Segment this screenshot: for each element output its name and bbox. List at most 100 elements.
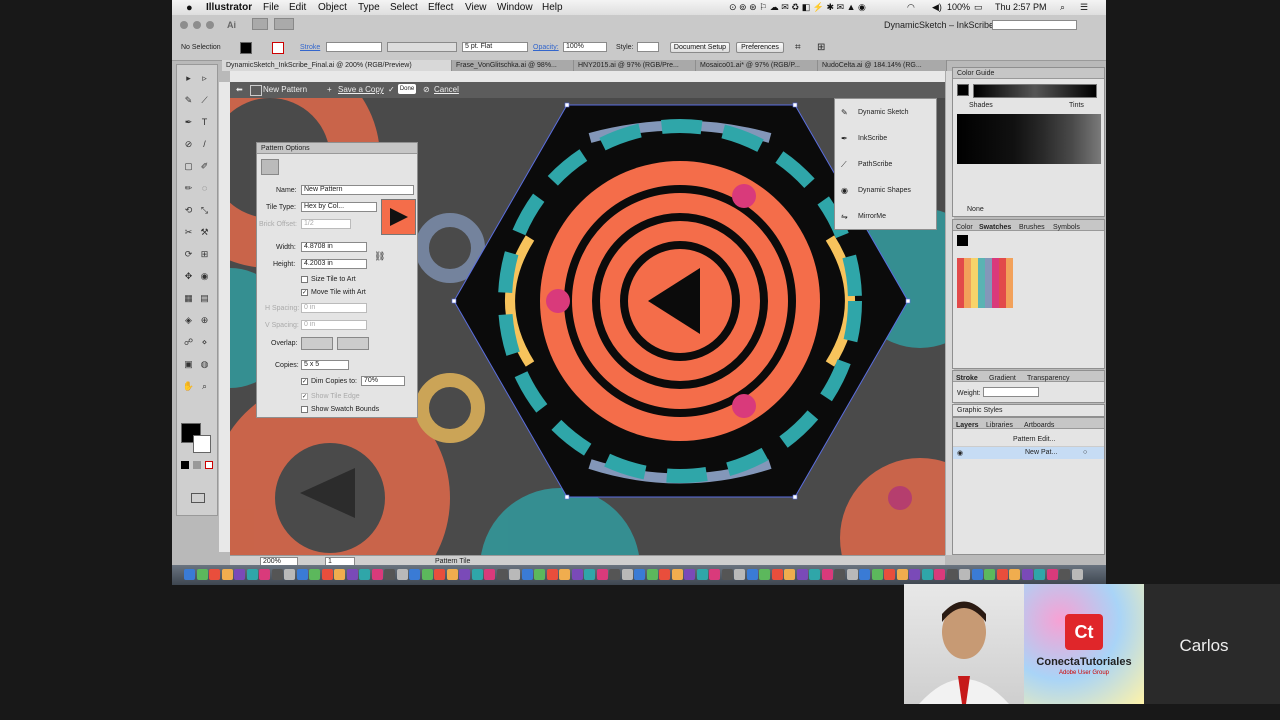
dock-app-icon[interactable] (846, 569, 858, 580)
document-setup-button[interactable]: Document Setup (670, 42, 730, 53)
dock-app-icon[interactable] (1021, 569, 1033, 580)
dock-app-icon[interactable] (721, 569, 733, 580)
tab-layers[interactable]: Layers (956, 420, 979, 431)
dock-app-icon[interactable] (584, 569, 595, 580)
tab-libraries[interactable]: Libraries (986, 420, 1013, 431)
opacity-field[interactable]: 100% (563, 42, 607, 52)
swatch-groups[interactable] (957, 258, 1013, 308)
preferences-button[interactable]: Preferences (736, 42, 784, 53)
fill-swatch[interactable] (240, 42, 252, 54)
dock-app-icon[interactable] (271, 569, 283, 580)
brick-offset-select[interactable]: 1/2 (301, 219, 351, 229)
dock-app-icon[interactable] (621, 569, 633, 580)
style-select[interactable] (637, 42, 659, 52)
doc-tab[interactable]: Frase_VonGlitschka.ai @ 98%... (452, 60, 574, 71)
graphic-styles-title[interactable]: Graphic Styles (957, 407, 1003, 414)
zoom-window-button[interactable] (206, 21, 214, 29)
tool-icon[interactable]: ⤡ (198, 205, 211, 216)
dock-app-icon[interactable] (659, 569, 670, 580)
tool-icon[interactable]: ▤ (198, 293, 211, 304)
stroke-link[interactable]: Stroke (300, 44, 320, 51)
tool-icon[interactable]: ⊕ (198, 315, 211, 326)
dock-app-icon[interactable] (196, 569, 208, 580)
dock-app-icon[interactable] (346, 569, 358, 580)
dock-app-icon[interactable] (1071, 569, 1083, 580)
tool-icon[interactable]: ✒ (182, 117, 195, 128)
dock-app-icon[interactable] (259, 569, 270, 580)
battery-percent[interactable]: 100% (947, 2, 970, 12)
dock-app-icon[interactable] (1046, 569, 1058, 580)
dock-app-icon[interactable] (434, 569, 445, 580)
clock[interactable]: Thu 2:57 PM (995, 2, 1047, 12)
dock-app-icon[interactable] (509, 569, 520, 580)
dock-app-icon[interactable] (671, 569, 683, 580)
search-icon[interactable]: ⌕ (1060, 2, 1065, 13)
link-icon[interactable]: ⛓ (374, 251, 385, 262)
dock-app-icon[interactable] (209, 569, 220, 580)
dock-app-icon[interactable] (859, 569, 870, 580)
tool-icon[interactable]: ▸ (182, 73, 195, 84)
tool-icon[interactable]: ☍ (182, 337, 195, 348)
show-swatch-bounds-checkbox[interactable] (301, 406, 308, 413)
dock-app-icon[interactable] (246, 569, 258, 580)
dock-app-icon[interactable] (596, 569, 608, 580)
base-color-swatch[interactable] (957, 84, 969, 96)
tab-gradient[interactable]: Gradient (989, 373, 1016, 384)
dock-app-icon[interactable] (971, 569, 983, 580)
dock-app-icon[interactable] (884, 569, 895, 580)
volume-icon[interactable]: ◀) (932, 2, 942, 13)
minimize-window-button[interactable] (193, 21, 201, 29)
dock-app-icon[interactable] (996, 569, 1008, 580)
dock-app-icon[interactable] (334, 569, 345, 580)
dock-app-icon[interactable] (709, 569, 720, 580)
dock-app-icon[interactable] (571, 569, 583, 580)
tool-icon[interactable]: ⟋ (198, 95, 211, 106)
tab-color[interactable]: Color (956, 222, 973, 233)
tool-icon[interactable]: ✂ (182, 227, 195, 238)
dock-app-icon[interactable] (396, 569, 408, 580)
color-guide-title[interactable]: Color Guide (953, 68, 1104, 79)
dock-app-icon[interactable] (371, 569, 383, 580)
dock-app-icon[interactable] (646, 569, 658, 580)
width-field[interactable]: 4.8708 in (301, 242, 367, 252)
dock-app-icon[interactable] (871, 569, 883, 580)
move-tile-checkbox[interactable]: ✓ (301, 289, 308, 296)
dock-app-icon[interactable] (321, 569, 333, 580)
wifi-icon[interactable]: ◠ (907, 2, 915, 13)
size-tile-checkbox[interactable] (301, 276, 308, 283)
pattern-name-field[interactable]: New Pattern (301, 185, 414, 195)
color-mode-icon[interactable] (181, 461, 189, 469)
show-tile-edge-checkbox[interactable]: ✓ (301, 393, 308, 400)
dock-app-icon[interactable] (359, 569, 370, 580)
dock-app-icon[interactable] (921, 569, 933, 580)
tool-icon[interactable]: T (198, 117, 211, 128)
height-field[interactable]: 4.2003 in (301, 259, 367, 269)
dock-app-icon[interactable] (1059, 569, 1070, 580)
dock-app-icon[interactable] (634, 569, 645, 580)
tool-icon[interactable]: ✏ (182, 183, 195, 194)
menu-help[interactable]: Help (542, 2, 563, 13)
plugin-inkscribe[interactable]: InkScribe (858, 135, 887, 142)
copies-select[interactable]: 5 x 5 (301, 360, 349, 370)
stroke-color-box[interactable] (193, 435, 211, 453)
none-mode-icon[interactable] (205, 461, 213, 469)
dim-copies-checkbox[interactable]: ✓ (301, 378, 308, 385)
v-spacing-field[interactable]: 0 in (301, 320, 367, 330)
dock-app-icon[interactable] (959, 569, 970, 580)
dock-app-icon[interactable] (284, 569, 295, 580)
eye-icon[interactable]: ◉ (957, 449, 963, 457)
menu-object[interactable]: Object (318, 2, 347, 13)
stroke-weight-field[interactable] (326, 42, 382, 52)
dock-app-icon[interactable] (546, 569, 558, 580)
overlap-horizontal-buttons[interactable] (301, 337, 333, 350)
layer-row[interactable]: Pattern Edit... (953, 434, 1104, 447)
tab-artboards[interactable]: Artboards (1024, 420, 1054, 431)
tool-icon[interactable]: ⚒ (198, 227, 211, 238)
doc-tab[interactable]: Mosaico01.ai* @ 97% (RGB/P... (696, 60, 818, 71)
workspace-title[interactable]: DynamicSketch – InkScribe (884, 20, 994, 30)
tool-icon[interactable]: ⌕ (198, 381, 211, 392)
dock-app-icon[interactable] (784, 569, 795, 580)
dock-app-icon[interactable] (821, 569, 833, 580)
dock-app-icon[interactable] (384, 569, 395, 580)
dock-app-icon[interactable] (296, 569, 308, 580)
